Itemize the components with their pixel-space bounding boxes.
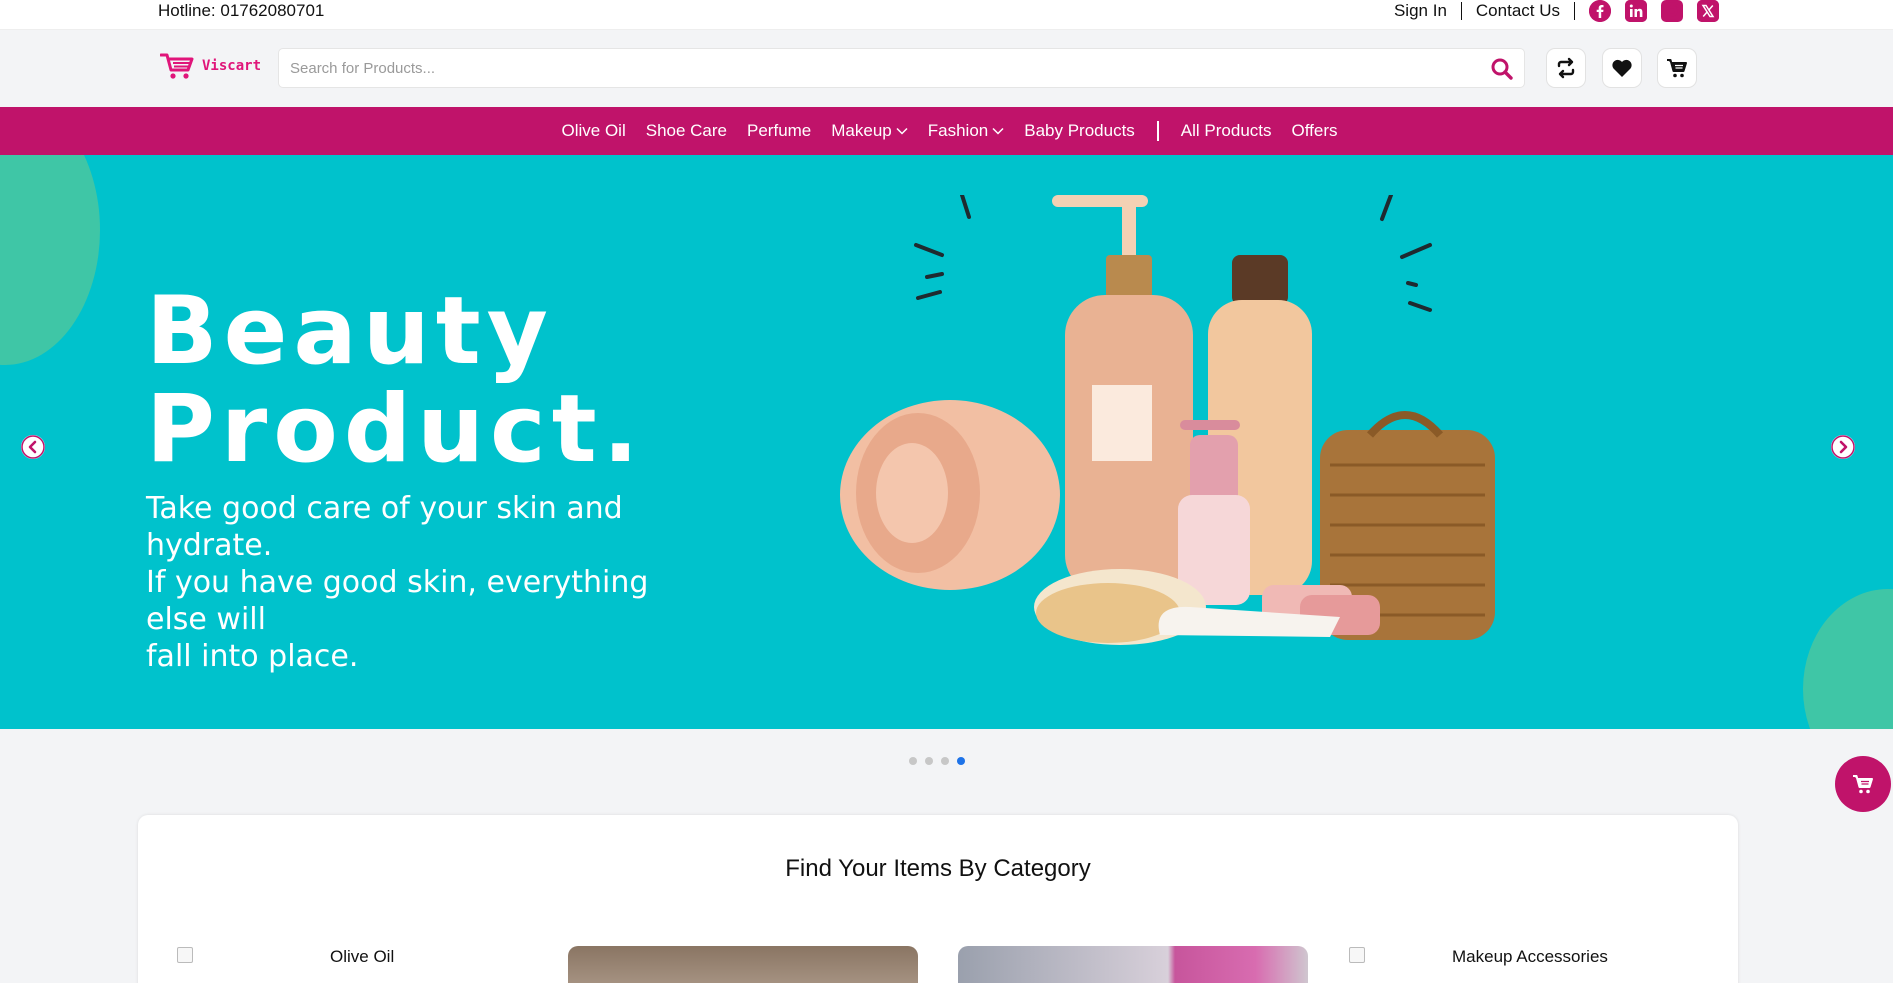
search-input[interactable] bbox=[279, 49, 1469, 87]
floating-cart-button[interactable] bbox=[1835, 756, 1891, 812]
top-links: Sign In Contact Us bbox=[1394, 0, 1719, 22]
logo-text: Viscart bbox=[202, 58, 262, 74]
nav-item-fashion[interactable]: Fashion bbox=[928, 121, 1004, 141]
broken-image-icon bbox=[177, 947, 193, 963]
nav-item-baby-products[interactable]: Baby Products bbox=[1024, 121, 1135, 141]
next-slide-button[interactable] bbox=[1831, 435, 1855, 459]
nav-item-makeup[interactable]: Makeup bbox=[831, 121, 908, 141]
slider-dot[interactable] bbox=[925, 757, 933, 765]
compare-button[interactable] bbox=[1546, 48, 1586, 88]
linkedin-icon[interactable] bbox=[1625, 0, 1647, 22]
broken-image-icon bbox=[1349, 947, 1365, 963]
nav-label: Olive Oil bbox=[561, 121, 626, 140]
divider bbox=[1574, 2, 1575, 20]
slider-dot[interactable] bbox=[909, 757, 917, 765]
hero-title: Beauty Product. bbox=[146, 283, 644, 479]
chevron-left-icon bbox=[21, 435, 45, 459]
decorative-blob bbox=[1803, 589, 1893, 729]
sign-in-link[interactable]: Sign In bbox=[1394, 1, 1447, 21]
nav-item-all-products[interactable]: All Products bbox=[1181, 121, 1272, 141]
nav-label: Baby Products bbox=[1024, 121, 1135, 140]
search-icon[interactable] bbox=[1490, 57, 1514, 81]
section-title: Find Your Items By Category bbox=[785, 855, 1091, 882]
category-item-makeup-accessories[interactable]: Makeup Accessories bbox=[1452, 947, 1608, 967]
chevron-down-icon bbox=[896, 127, 908, 135]
nav-label: Perfume bbox=[747, 121, 812, 140]
chevron-right-icon bbox=[1831, 435, 1855, 459]
chevron-down-icon bbox=[992, 127, 1004, 135]
category-image[interactable] bbox=[958, 946, 1308, 983]
nav-label: Makeup bbox=[831, 121, 892, 140]
cart-button[interactable] bbox=[1657, 48, 1697, 88]
search-bar bbox=[278, 48, 1525, 88]
slider-dot-active[interactable] bbox=[957, 757, 965, 765]
category-image[interactable] bbox=[568, 946, 918, 983]
beauty-products-illustration bbox=[840, 195, 1495, 645]
hero-subtitle-line: fall into place. bbox=[146, 639, 359, 674]
wishlist-button[interactable] bbox=[1602, 48, 1642, 88]
category-section: Find Your Items By Category Olive Oil Ma… bbox=[138, 815, 1738, 983]
decorative-blob bbox=[0, 155, 100, 365]
slider-dots bbox=[909, 757, 965, 765]
nav-label: Shoe Care bbox=[645, 121, 728, 140]
cart-logo-icon bbox=[160, 53, 194, 79]
cart-icon bbox=[1667, 59, 1687, 78]
nav-label: All Products bbox=[1180, 121, 1272, 140]
nav-item-shoe-care[interactable]: Shoe Care bbox=[646, 121, 727, 141]
x-icon[interactable] bbox=[1697, 0, 1719, 22]
compare-icon bbox=[1557, 57, 1575, 79]
main-nav: Olive Oil Shoe Care Perfume Makeup Fashi… bbox=[0, 107, 1893, 155]
divider bbox=[1460, 2, 1462, 20]
nav-label: Offers bbox=[1291, 121, 1338, 140]
header: Viscart bbox=[0, 30, 1893, 107]
nav-items: Olive Oil Shoe Care Perfume Makeup Fashi… bbox=[562, 121, 1338, 141]
top-bar: Hotline: 01762080701 Sign In Contact Us bbox=[0, 0, 1893, 30]
hotline-text: Hotline: 01762080701 bbox=[158, 1, 325, 20]
nav-divider bbox=[1156, 121, 1159, 141]
facebook-icon[interactable] bbox=[1589, 0, 1611, 22]
nav-label: Fashion bbox=[927, 121, 989, 140]
hero-slider: Beauty Product. Take good care of your s… bbox=[0, 155, 1893, 729]
contact-us-link[interactable]: Contact Us bbox=[1476, 1, 1560, 21]
category-item-olive-oil[interactable]: Olive Oil bbox=[330, 947, 394, 967]
hero-subtitle-line: If you have good skin, everything else w… bbox=[146, 565, 649, 637]
slider-dot[interactable] bbox=[941, 757, 949, 765]
heart-icon bbox=[1612, 59, 1632, 77]
nav-item-olive-oil[interactable]: Olive Oil bbox=[562, 121, 626, 141]
instagram-icon[interactable] bbox=[1661, 0, 1683, 22]
nav-item-offers[interactable]: Offers bbox=[1292, 121, 1338, 141]
nav-item-perfume[interactable]: Perfume bbox=[747, 121, 811, 141]
hero-title-line: Product. bbox=[146, 375, 645, 484]
hero-subtitle-line: Take good care of your skin and hydrate. bbox=[146, 491, 623, 563]
hero-subtitle: Take good care of your skin and hydrate.… bbox=[146, 490, 706, 675]
logo[interactable]: Viscart bbox=[160, 52, 261, 80]
hero-title-line: Beauty bbox=[146, 277, 554, 386]
cart-icon bbox=[1853, 775, 1873, 794]
prev-slide-button[interactable] bbox=[21, 435, 45, 459]
